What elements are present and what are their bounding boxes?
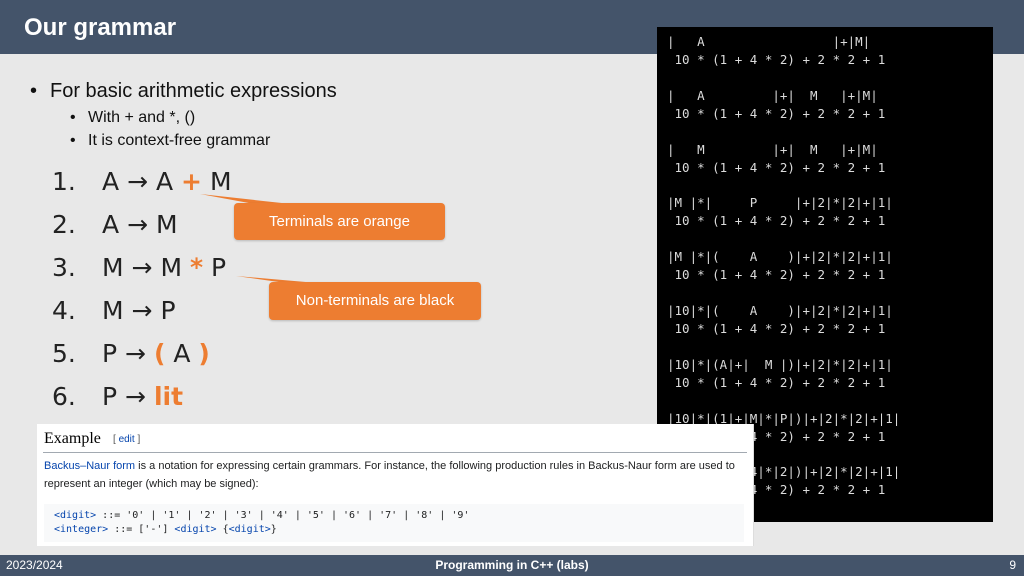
code-line-digit: <digit> ::= '0' | '1' | '2' | '3' | '4' … bbox=[54, 510, 469, 521]
rule-number: 6. bbox=[52, 382, 76, 411]
wiki-paragraph-text: is a notation for expressing certain gra… bbox=[44, 460, 735, 490]
console-line: | A |+|M| bbox=[667, 34, 871, 49]
console-line: 10 * (1 + 4 * 2) + 2 * 2 + 1 bbox=[667, 160, 886, 175]
code-nonterminal: <integer> bbox=[54, 524, 109, 535]
rule-body: M → P bbox=[102, 296, 176, 325]
code-text: ::= '0' | '1' | '2' | '3' | '4' | '5' | … bbox=[96, 510, 470, 521]
rule-body: A → A + M bbox=[102, 167, 232, 196]
footer-page-number: 9 bbox=[1009, 558, 1016, 572]
rule-terminal: lit bbox=[153, 382, 184, 411]
console-line: | A |+| M |+|M| bbox=[667, 88, 878, 103]
rule-arrow: → bbox=[125, 382, 146, 411]
slide-footer: 2023/2024 Programming in C++ (labs) 9 bbox=[0, 555, 1024, 576]
nonterminals-callout: Non-terminals are black bbox=[269, 282, 481, 320]
console-line: |10|*|( A )|+|2|*|2|+|1| bbox=[667, 303, 893, 318]
rule-arrow: → bbox=[127, 210, 149, 239]
rule-number: 3. bbox=[52, 253, 76, 282]
rule-terminal: ) bbox=[198, 339, 210, 368]
wiki-paragraph: Backus–Naur form is a notation for expre… bbox=[44, 457, 744, 493]
rule-nonterminal: P bbox=[211, 253, 227, 282]
code-text: ::= ['-'] bbox=[108, 524, 175, 535]
wiki-excerpt: Example [ edit ] Backus–Naur form is a n… bbox=[37, 424, 754, 546]
code-text: } bbox=[270, 524, 277, 535]
rule-arrow: → bbox=[127, 167, 149, 196]
rule-number: 4. bbox=[52, 296, 76, 325]
console-line: |10|*|(A|+| M |)|+|2|*|2|+|1| bbox=[667, 357, 893, 372]
rule-lhs: P bbox=[102, 339, 118, 368]
console-line: 10 * (1 + 4 * 2) + 2 * 2 + 1 bbox=[667, 321, 886, 336]
console-line: 10 * (1 + 4 * 2) + 2 * 2 + 1 bbox=[667, 52, 886, 67]
rule-body: P → lit bbox=[102, 382, 183, 411]
wiki-bnf-link[interactable]: Backus–Naur form bbox=[44, 460, 135, 472]
rule-arrow: → bbox=[131, 296, 153, 325]
rule-nonterminal: A bbox=[173, 339, 191, 368]
wiki-edit: [ edit ] bbox=[113, 434, 140, 445]
rule-terminal: * bbox=[189, 253, 204, 282]
code-line-integer: <integer> ::= ['-'] <digit> {<digit>} bbox=[54, 524, 277, 535]
footer-course: Programming in C++ (labs) bbox=[435, 558, 589, 572]
rule-terminal: + bbox=[181, 167, 202, 196]
console-line: 10 * (1 + 4 * 2) + 2 * 2 + 1 bbox=[667, 213, 886, 228]
wiki-edit-link[interactable]: edit bbox=[119, 434, 135, 445]
rule-lhs: A bbox=[102, 210, 120, 239]
rule-nonterminal: M bbox=[155, 210, 178, 239]
rule-nonterminal: M bbox=[160, 253, 183, 282]
code-nonterminal: <digit> bbox=[174, 524, 217, 535]
rule-lhs: M bbox=[102, 296, 124, 325]
wiki-divider bbox=[43, 452, 747, 453]
rule-lhs: P bbox=[102, 382, 118, 411]
rule-body: A → M bbox=[102, 210, 178, 239]
rule-number: 5. bbox=[52, 339, 76, 368]
wiki-code-block: <digit> ::= '0' | '1' | '2' | '3' | '4' … bbox=[44, 504, 744, 542]
rule-nonterminal: M bbox=[209, 167, 232, 196]
rule-arrow: → bbox=[131, 253, 153, 282]
console-line: 10 * (1 + 4 * 2) + 2 * 2 + 1 bbox=[667, 267, 886, 282]
console-line: | M |+| M |+|M| bbox=[667, 142, 878, 157]
console-line: |M |*| P |+|2|*|2|+|1| bbox=[667, 195, 893, 210]
console-line: 10 * (1 + 4 * 2) + 2 * 2 + 1 bbox=[667, 375, 886, 390]
rule-lhs: A bbox=[102, 167, 120, 196]
rule-arrow: → bbox=[125, 339, 146, 368]
rule-number: 2. bbox=[52, 210, 76, 239]
rule-nonterminal: A bbox=[155, 167, 174, 196]
code-text: { bbox=[216, 524, 229, 535]
console-line: 10 * (1 + 4 * 2) + 2 * 2 + 1 bbox=[667, 106, 886, 121]
rule-number: 1. bbox=[52, 167, 76, 196]
wiki-section-title: Example bbox=[44, 430, 101, 447]
code-nonterminal: <digit> bbox=[54, 510, 97, 521]
code-nonterminal: <digit> bbox=[228, 524, 271, 535]
rule-terminal: ( bbox=[153, 339, 166, 368]
rule-body: M → M * P bbox=[102, 253, 226, 282]
terminals-callout: Terminals are orange bbox=[234, 203, 445, 240]
rule-lhs: M bbox=[102, 253, 124, 282]
wiki-edit-close: ] bbox=[134, 434, 141, 445]
rule-nonterminal: P bbox=[160, 296, 176, 325]
rule-body: P → ( A ) bbox=[102, 339, 210, 368]
console-line: |M |*|( A )|+|2|*|2|+|1| bbox=[667, 249, 893, 264]
